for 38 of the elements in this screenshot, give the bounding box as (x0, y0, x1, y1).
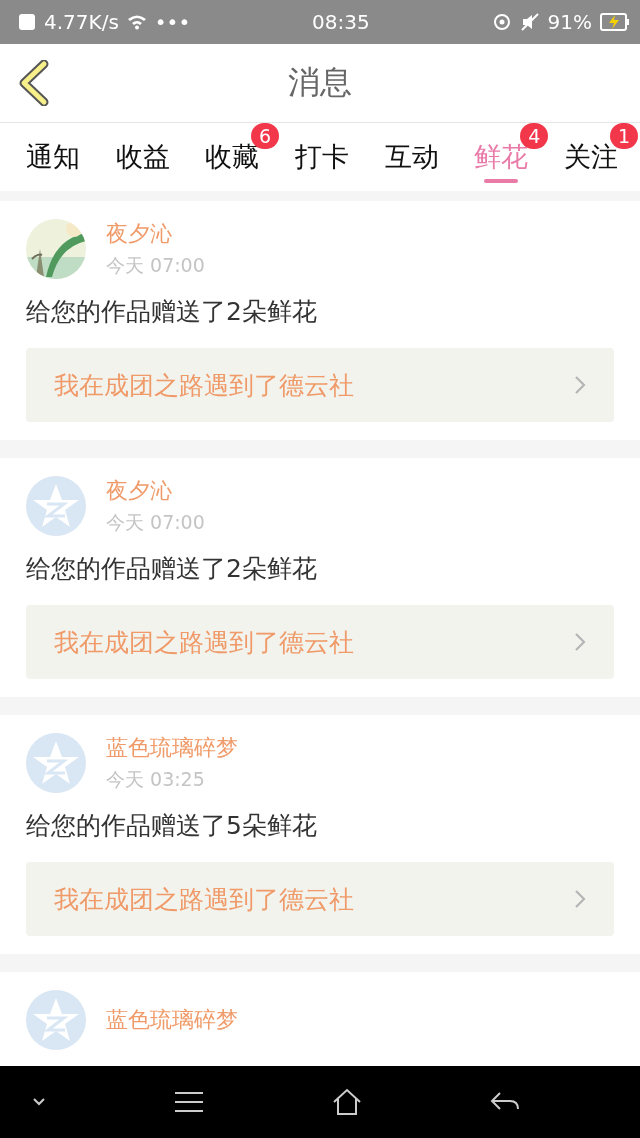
selected-underline (484, 179, 519, 183)
sender-name[interactable]: 夜夕沁 (106, 476, 205, 506)
chevron-down-icon[interactable] (32, 1097, 46, 1107)
page-title: 消息 (288, 62, 352, 103)
default-avatar-icon (26, 990, 86, 1050)
default-avatar-icon (26, 476, 86, 536)
sender-name[interactable]: 蓝色琉璃碎梦 (106, 733, 238, 763)
work-link[interactable]: 我在成团之路遇到了德云社 (26, 605, 614, 679)
tab[interactable]: 收益 (115, 135, 170, 179)
message-text: 给您的作品赠送了2朵鲜花 (26, 553, 318, 585)
message-time: 今天 07:00 (106, 253, 205, 278)
message-time: 今天 03:25 (106, 767, 206, 792)
wifi-icon (126, 14, 147, 30)
back-icon[interactable] (18, 60, 50, 106)
tab[interactable]: 互动 (384, 135, 439, 179)
count-badge: 1 (610, 123, 638, 149)
network-speed: 4.77K/s (44, 10, 119, 34)
chevron-right-icon (574, 632, 586, 652)
chevron-right-icon (574, 375, 586, 395)
tab[interactable]: 通知 (25, 135, 80, 179)
work-link[interactable]: 我在成团之路遇到了德云社 (26, 348, 614, 422)
message-text: 给您的作品赠送了2朵鲜花 (26, 296, 318, 328)
sender-name[interactable]: 夜夕沁 (106, 219, 205, 249)
alarm-icon (491, 12, 512, 32)
message-text: 给您的作品赠送了5朵鲜花 (26, 810, 318, 842)
battery-charging-icon (600, 13, 630, 31)
default-avatar-icon (26, 733, 86, 793)
home-icon[interactable] (332, 1088, 362, 1116)
menu-icon[interactable] (174, 1091, 204, 1113)
tab[interactable]: 打卡 (295, 135, 349, 179)
message-time: 今天 07:00 (106, 510, 205, 535)
battery-level: 91% (547, 10, 592, 34)
mute-icon (519, 12, 540, 32)
more-dots: ••• (154, 10, 191, 34)
clock: 08:35 (312, 10, 370, 34)
sender-name[interactable]: 蓝色琉璃碎梦 (106, 1005, 238, 1035)
chevron-right-icon (574, 889, 586, 909)
work-link[interactable]: 我在成团之路遇到了德云社 (26, 862, 614, 936)
